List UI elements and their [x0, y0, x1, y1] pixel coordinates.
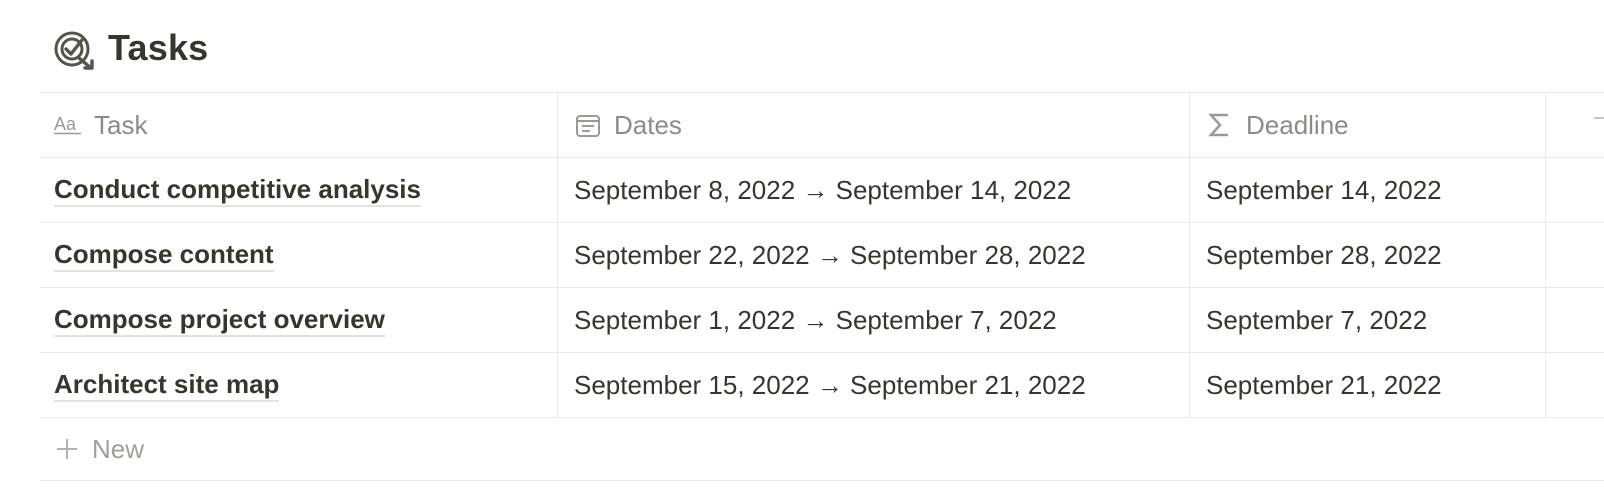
new-row-label: New	[92, 433, 145, 464]
task-title[interactable]: Compose content	[54, 239, 274, 272]
empty-cell	[1546, 353, 1604, 417]
dates-cell[interactable]: September 8, 2022 → September 14, 2022	[558, 158, 1190, 222]
target-arrow-icon[interactable]	[52, 26, 96, 70]
deadline-value: September 28, 2022	[1206, 239, 1442, 270]
task-cell[interactable]: Conduct competitive analysis	[40, 158, 558, 222]
calendar-icon	[574, 111, 602, 139]
svg-text:Aa: Aa	[54, 115, 77, 134]
task-title[interactable]: Compose project overview	[54, 304, 385, 337]
deadline-value: September 7, 2022	[1206, 304, 1428, 335]
dates-cell[interactable]: September 22, 2022 → September 28, 2022	[558, 223, 1190, 287]
dates-cell[interactable]: September 1, 2022 → September 7, 2022	[558, 288, 1190, 352]
table-header-row: Aa Task Dates Deadline	[40, 92, 1604, 158]
deadline-cell[interactable]: September 7, 2022	[1190, 288, 1546, 352]
task-cell[interactable]: Compose content	[40, 223, 558, 287]
table-row[interactable]: Compose content September 22, 2022 → Sep…	[40, 223, 1604, 288]
tasks-table: Aa Task Dates Deadline Conduct competiti…	[40, 92, 1604, 481]
column-header-label: Dates	[614, 109, 682, 140]
table-row[interactable]: Architect site map September 15, 2022 → …	[40, 353, 1604, 418]
plus-icon	[54, 436, 80, 462]
add-column-icon[interactable]	[1594, 117, 1604, 119]
column-header-dates[interactable]: Dates	[558, 93, 1190, 157]
column-header-label: Deadline	[1246, 109, 1349, 140]
column-header-task[interactable]: Aa Task	[40, 93, 558, 157]
empty-cell	[1546, 288, 1604, 352]
dates-value: September 15, 2022 → September 21, 2022	[574, 369, 1086, 400]
sigma-icon	[1206, 111, 1234, 139]
dates-cell[interactable]: September 15, 2022 → September 21, 2022	[558, 353, 1190, 417]
deadline-value: September 21, 2022	[1206, 369, 1442, 400]
table-row[interactable]: Compose project overview September 1, 20…	[40, 288, 1604, 353]
deadline-cell[interactable]: September 21, 2022	[1190, 353, 1546, 417]
empty-cell	[1546, 158, 1604, 222]
add-column-cell[interactable]	[1546, 93, 1604, 157]
column-header-label: Task	[94, 109, 148, 140]
dates-value: September 22, 2022 → September 28, 2022	[574, 239, 1086, 270]
add-new-row-button[interactable]: New	[40, 418, 1604, 481]
deadline-value: September 14, 2022	[1206, 174, 1442, 205]
task-cell[interactable]: Architect site map	[40, 353, 558, 417]
task-title[interactable]: Architect site map	[54, 369, 280, 402]
task-cell[interactable]: Compose project overview	[40, 288, 558, 352]
deadline-cell[interactable]: September 28, 2022	[1190, 223, 1546, 287]
empty-cell	[1546, 223, 1604, 287]
task-title[interactable]: Conduct competitive analysis	[54, 174, 421, 207]
page-title[interactable]: Tasks	[108, 27, 208, 69]
text-aa-icon: Aa	[54, 111, 82, 139]
deadline-cell[interactable]: September 14, 2022	[1190, 158, 1546, 222]
column-header-deadline[interactable]: Deadline	[1190, 93, 1546, 157]
page-header: Tasks	[52, 24, 208, 72]
table-row[interactable]: Conduct competitive analysis September 8…	[40, 158, 1604, 223]
dates-value: September 1, 2022 → September 7, 2022	[574, 304, 1057, 335]
dates-value: September 8, 2022 → September 14, 2022	[574, 174, 1072, 205]
